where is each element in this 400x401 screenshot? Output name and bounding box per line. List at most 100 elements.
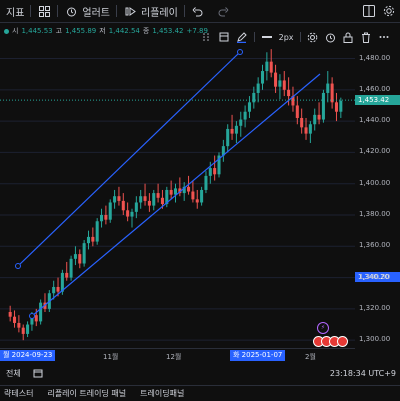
settings-icon[interactable] (382, 4, 396, 18)
candle-body (200, 189, 204, 203)
toolbar-right-group (362, 0, 396, 22)
time-label-dec: 12월 (166, 353, 182, 361)
tab-replay-trading-panel[interactable]: 리플레이 트레이딩 패널 (47, 388, 126, 399)
undo-icon (191, 4, 205, 18)
line-width-label[interactable]: 2px (279, 33, 294, 42)
redo-button[interactable] (211, 0, 237, 22)
more-options-icon[interactable] (378, 30, 390, 44)
current-price-tag: 1,453.42 (355, 95, 400, 106)
alarm-clock-icon (64, 4, 78, 18)
candle-body (330, 83, 334, 103)
candle-body (108, 202, 112, 220)
alarm-icon[interactable] (324, 30, 336, 44)
template-icon[interactable] (218, 30, 230, 44)
alert-label: 얼러트 (82, 7, 111, 19)
candle-body (130, 211, 134, 217)
candle-body (169, 189, 173, 195)
price-axis[interactable]: 1,453.42 1,340.20 1,480.00 1,460.00 1,440.… (355, 46, 400, 348)
event-flag-icon[interactable] (337, 336, 348, 347)
candle-body (173, 188, 178, 195)
channel-lower-line (31, 73, 321, 317)
candle-body (134, 202, 138, 212)
bottom-panel-tabs: 략테스터 리플레이 트레이딩 패널 트레이딩패널 (0, 385, 400, 401)
lock-icon[interactable] (342, 30, 354, 44)
candle-body (73, 254, 77, 259)
tab-trading-panel[interactable]: 트레이딩패널 (140, 388, 184, 399)
layout-button[interactable] (31, 0, 57, 22)
drawing-toolbar: 2px (200, 28, 390, 46)
candle-body (208, 168, 212, 176)
close-value: 1,453.42 (152, 27, 184, 35)
candle-body (295, 105, 299, 118)
time-label-nov: 11월 (103, 353, 119, 361)
line-width-icon[interactable] (261, 30, 273, 44)
drag-handle-icon[interactable] (200, 30, 212, 44)
candle-body (121, 200, 125, 211)
price-label: 1,340.00 (359, 272, 391, 281)
candle-body (239, 119, 243, 126)
price-label: 1,480.00 (359, 53, 391, 62)
candle-body (17, 322, 21, 328)
candle-body (69, 258, 73, 278)
settings-icon[interactable] (306, 30, 318, 44)
candle-body (256, 83, 260, 93)
time-axis[interactable]: 월 2024-09-23 11월 12월 화 2025-01-07 2월 (0, 348, 355, 363)
ohlc-legend: 시 1,445.53 고 1,455.89 저 1,442.54 종 1,453… (0, 24, 208, 38)
candle-body (260, 71, 265, 84)
open-value: 1,445.53 (21, 27, 53, 35)
candlestick-chart[interactable] (0, 46, 355, 348)
candle-body (82, 243, 86, 264)
candle-body (126, 210, 130, 217)
alert-button[interactable]: 얼러트 (58, 0, 116, 22)
candle-body (304, 127, 308, 134)
channel-handle (237, 49, 243, 55)
toolbar-divider (299, 32, 301, 42)
candle-body (334, 102, 338, 112)
candle-body (113, 196, 117, 203)
trash-icon[interactable] (360, 30, 372, 44)
close-key: 종 (142, 27, 150, 35)
candle-body (317, 114, 321, 120)
candle-body (156, 193, 160, 198)
replay-label: 리플레이 (141, 7, 178, 19)
high-key: 고 (55, 27, 63, 35)
clock-time[interactable]: 23:18:34 UTC+9 (330, 369, 400, 378)
candle-body (321, 92, 325, 120)
candle-body (65, 272, 69, 278)
event-badges[interactable] (313, 336, 348, 347)
candle-body (104, 214, 108, 220)
candle-body (213, 168, 217, 175)
low-value: 1,442.54 (108, 27, 140, 35)
pencil-icon[interactable] (236, 30, 248, 44)
candle-body (26, 324, 30, 334)
price-label: 1,400.00 (359, 178, 391, 187)
layout-icon[interactable] (362, 4, 376, 18)
indicators-label: 지표 (6, 7, 25, 19)
calendar-range-icon[interactable] (31, 366, 45, 380)
candle-body (117, 196, 121, 201)
current-price: 1,453.42 (358, 96, 390, 105)
candle-body (13, 316, 17, 323)
candle-body (287, 89, 291, 97)
candle-body (95, 221, 99, 242)
candle-body (313, 114, 317, 125)
candle-body (147, 200, 151, 206)
candle-body (34, 315, 38, 322)
range-all-button[interactable]: 전체 (0, 368, 21, 379)
candle-body (56, 286, 60, 292)
candle-body (187, 186, 191, 192)
indicators-button[interactable]: 지표 (0, 0, 30, 22)
replay-button[interactable]: 리플레이 (117, 0, 184, 22)
price-label: 1,440.00 (359, 116, 391, 125)
tab-strategy-tester[interactable]: 략테스터 (4, 388, 33, 399)
lightning-icon[interactable]: ⚡ (317, 322, 329, 334)
undo-button[interactable] (185, 0, 211, 22)
top-toolbar: 지표 얼러트 리플레이 (0, 0, 400, 23)
candle-body (278, 80, 282, 87)
candle-body (247, 102, 251, 112)
toolbar-divider (253, 32, 255, 42)
status-dot (4, 28, 9, 34)
price-label: 1,320.00 (359, 303, 391, 312)
candle-body (282, 80, 286, 90)
channel-handle (29, 313, 35, 319)
